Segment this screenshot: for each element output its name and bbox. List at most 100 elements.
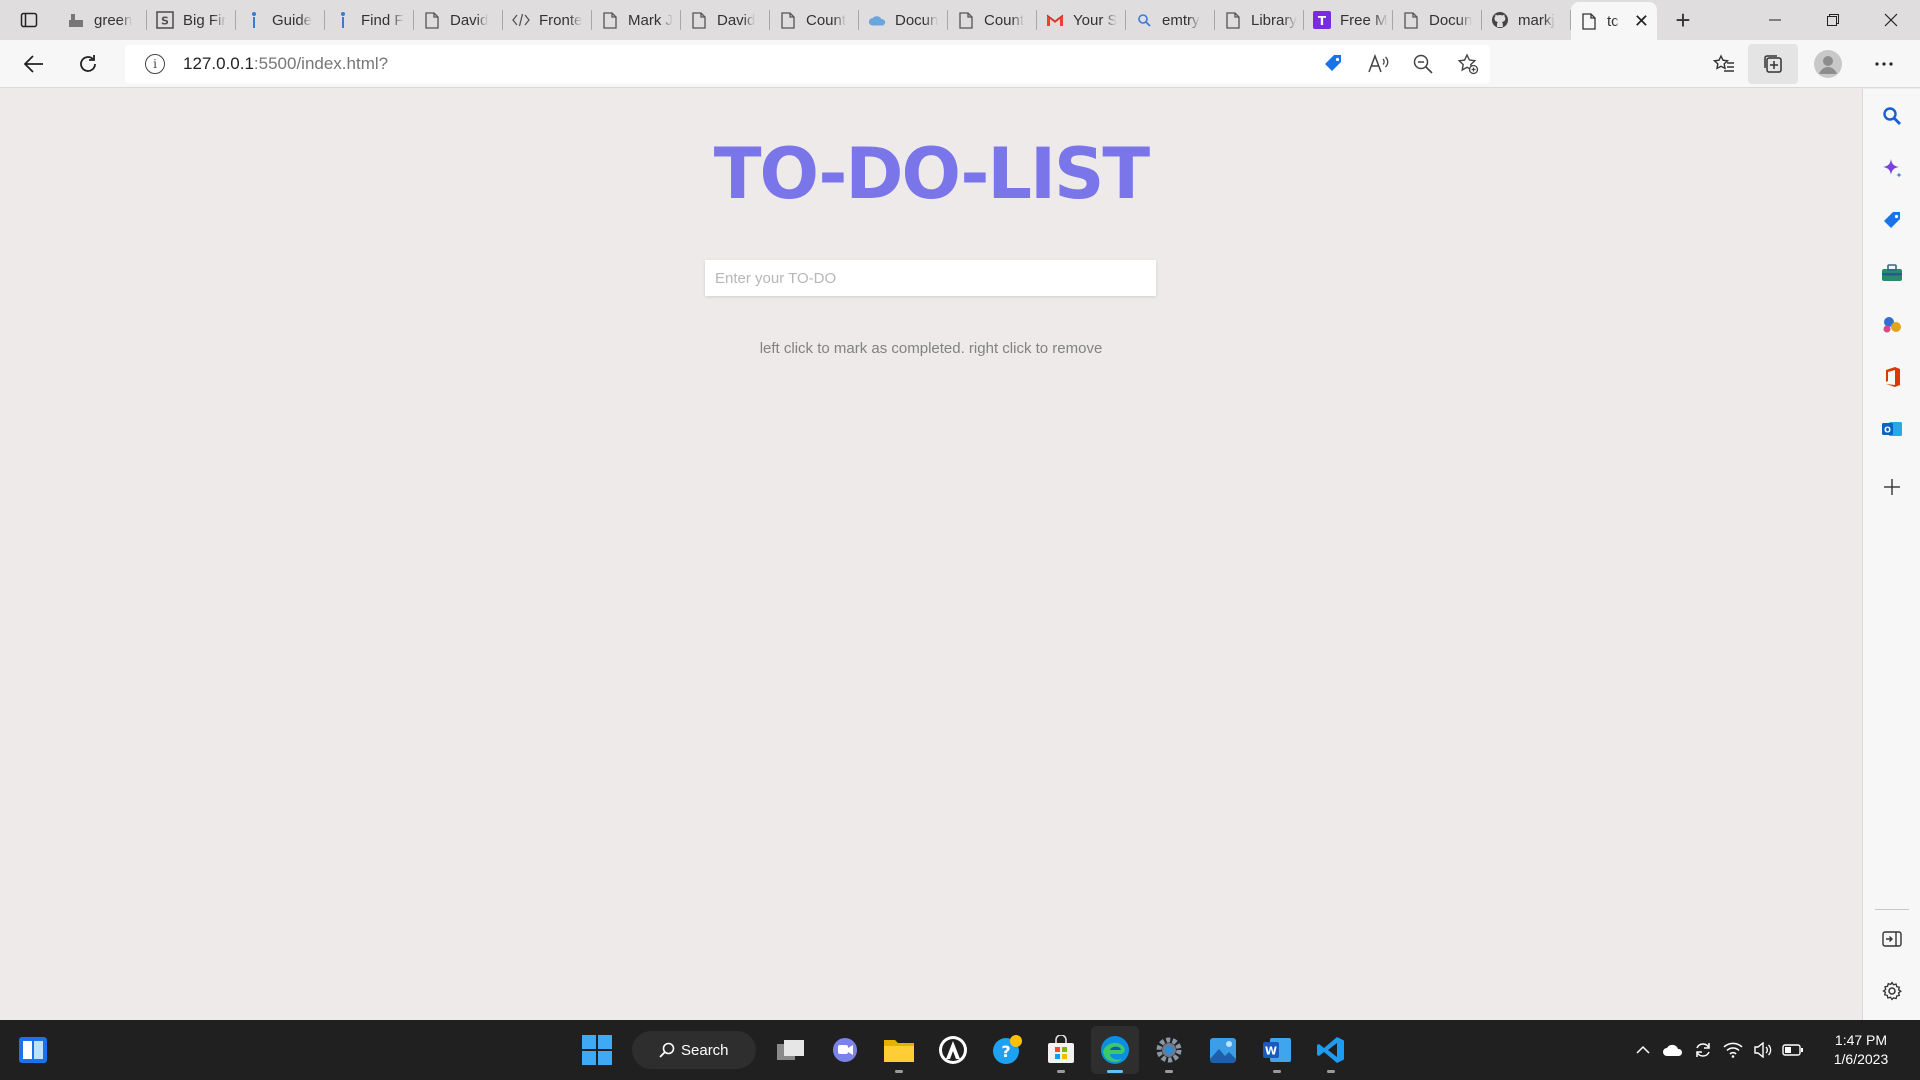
vscode-button[interactable] xyxy=(1307,1026,1355,1074)
tab-item[interactable]: David xyxy=(681,0,770,40)
page-icon xyxy=(1402,11,1420,29)
tab-item[interactable]: emtry xyxy=(1126,0,1215,40)
tab-item[interactable]: Library xyxy=(1215,0,1304,40)
sidebar-tools-button[interactable] xyxy=(1863,253,1920,293)
new-tab-button[interactable]: + xyxy=(1663,0,1703,40)
system-tray: 1:47 PM 1/6/2023 xyxy=(1628,1020,1920,1080)
page-icon xyxy=(1224,11,1242,29)
tab-title: green xyxy=(94,11,133,29)
sidebar-discover-button[interactable] xyxy=(1863,149,1920,189)
tab-item[interactable]: markj xyxy=(1482,0,1571,40)
tab-active[interactable]: tc ✕ xyxy=(1571,2,1657,40)
add-favorite-button[interactable] xyxy=(1445,53,1490,75)
sidebar-divider xyxy=(1875,909,1909,910)
sidebar-office-button[interactable] xyxy=(1863,357,1920,397)
close-window-button[interactable] xyxy=(1862,0,1920,40)
app-arch-button[interactable] xyxy=(929,1026,977,1074)
games-icon xyxy=(1883,317,1901,333)
sidebar-settings-button[interactable] xyxy=(1863,971,1920,1011)
zoom-button[interactable] xyxy=(1400,54,1445,74)
battery-button[interactable] xyxy=(1778,1043,1808,1057)
window-controls xyxy=(1746,0,1920,40)
wifi-button[interactable] xyxy=(1718,1042,1748,1058)
onedrive-button[interactable] xyxy=(1658,1043,1688,1057)
svg-text:S: S xyxy=(161,15,169,28)
file-explorer-button[interactable] xyxy=(875,1026,923,1074)
tab-item[interactable]: Count xyxy=(770,0,859,40)
back-button[interactable] xyxy=(10,44,58,84)
minimize-button[interactable] xyxy=(1746,0,1804,40)
taskbar-clock[interactable]: 1:47 PM 1/6/2023 xyxy=(1816,1031,1906,1069)
start-button[interactable] xyxy=(573,1026,621,1074)
profile-button[interactable] xyxy=(1804,44,1852,84)
site-info-icon[interactable]: i xyxy=(145,54,165,74)
volume-button[interactable] xyxy=(1748,1042,1778,1058)
taskbar-search[interactable]: Search xyxy=(632,1031,756,1069)
page-icon xyxy=(423,11,441,29)
tab-item[interactable]: Your S xyxy=(1037,0,1126,40)
tab-item[interactable]: T Free M xyxy=(1304,0,1393,40)
tab-item[interactable]: Docun xyxy=(859,0,948,40)
restore-button[interactable] xyxy=(1804,0,1862,40)
tab-item[interactable]: S Big Fir xyxy=(147,0,236,40)
tab-item[interactable]: Fronte xyxy=(503,0,592,40)
tab-title: Docun xyxy=(895,11,939,29)
github-icon xyxy=(1491,11,1509,29)
microsoft-store-button[interactable] xyxy=(1037,1026,1085,1074)
tab-title: Find F xyxy=(361,11,404,29)
sidebar-outlook-button[interactable]: O xyxy=(1863,409,1920,449)
sidebar-hide-button[interactable] xyxy=(1863,919,1920,959)
sparkle-icon xyxy=(1883,159,1902,178)
vscode-icon xyxy=(1317,1037,1344,1063)
page-icon xyxy=(1580,12,1598,30)
tab-title: David xyxy=(717,11,756,29)
taskbar: Search ? W 1:47 PM 1/6/2023 xyxy=(0,1020,1920,1080)
photos-button[interactable] xyxy=(1199,1026,1247,1074)
tab-item[interactable]: David xyxy=(414,0,503,40)
site-icon xyxy=(67,11,85,29)
task-view-icon xyxy=(777,1040,804,1060)
show-hidden-icons-button[interactable] xyxy=(1628,1045,1658,1055)
sync-icon xyxy=(1696,1043,1710,1057)
search-icon xyxy=(1135,11,1153,29)
shopping-tag-icon xyxy=(1324,55,1341,71)
settings-app-button[interactable] xyxy=(1145,1026,1193,1074)
read-aloud-button[interactable] xyxy=(1355,54,1400,74)
word-button[interactable]: W xyxy=(1253,1026,1301,1074)
address-bar[interactable]: i 127.0.0.1:5500/index.html? xyxy=(125,45,1490,83)
sidebar-search-button[interactable] xyxy=(1863,96,1920,136)
tab-item[interactable]: Count xyxy=(948,0,1037,40)
tab-item[interactable]: Docun xyxy=(1393,0,1482,40)
sidebar-add-button[interactable] xyxy=(1863,467,1920,507)
tab-title: Count xyxy=(806,11,847,29)
tab-item[interactable]: Guide xyxy=(236,0,325,40)
refresh-button[interactable] xyxy=(64,44,112,84)
word-icon: W xyxy=(1263,1038,1291,1062)
favorites-button[interactable] xyxy=(1700,44,1748,84)
tab-title: Count xyxy=(984,11,1025,29)
sidebar-shopping-button[interactable] xyxy=(1863,201,1920,241)
todo-input[interactable] xyxy=(705,260,1156,296)
get-help-button[interactable]: ? xyxy=(983,1026,1031,1074)
close-tab-icon[interactable]: ✕ xyxy=(1634,11,1649,32)
tab-title: Big Fir xyxy=(183,11,227,29)
address-url[interactable]: 127.0.0.1:5500/index.html? xyxy=(183,54,388,74)
photos-icon xyxy=(1210,1038,1236,1063)
minimize-icon xyxy=(1769,19,1781,21)
shopping-tag-button[interactable] xyxy=(1310,53,1355,75)
task-view-button[interactable] xyxy=(767,1026,815,1074)
settings-more-button[interactable] xyxy=(1860,44,1908,84)
collections-button[interactable] xyxy=(1748,44,1798,84)
zoom-out-icon xyxy=(1413,54,1433,74)
teams-chat-button[interactable] xyxy=(821,1026,869,1074)
page-icon xyxy=(601,11,619,29)
tab-actions-button[interactable] xyxy=(0,0,58,40)
edge-browser-button[interactable] xyxy=(1091,1026,1139,1074)
tab-item[interactable]: Mark J xyxy=(592,0,681,40)
tab-item[interactable]: green xyxy=(58,0,147,40)
cloud-icon xyxy=(1663,1044,1683,1056)
widgets-button[interactable] xyxy=(18,1036,48,1069)
sidebar-games-button[interactable] xyxy=(1863,305,1920,345)
tab-item[interactable]: Find F xyxy=(325,0,414,40)
sync-button[interactable] xyxy=(1688,1040,1718,1060)
